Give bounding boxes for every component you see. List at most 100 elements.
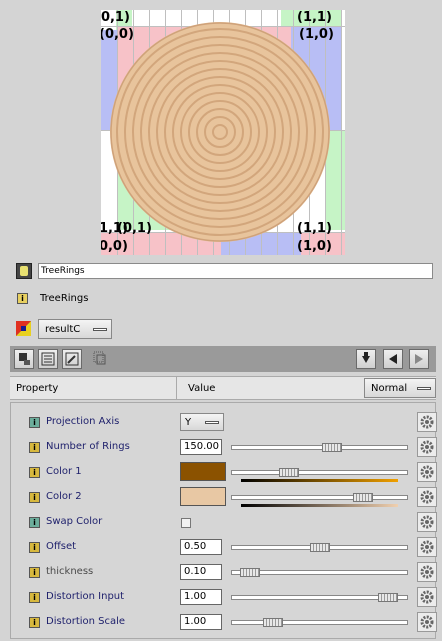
arrow-right-icon: [415, 354, 423, 364]
color-1-slider[interactable]: [231, 468, 408, 477]
thickness-field[interactable]: 0.10: [180, 564, 222, 580]
settings-button[interactable]: [417, 612, 437, 632]
offset-field[interactable]: 0.50: [180, 539, 222, 555]
property-column-header: Property: [16, 383, 59, 394]
node-name-field[interactable]: [38, 263, 433, 279]
property-row-distortion-input: i Distortion Input 1.00: [11, 585, 437, 610]
previous-button[interactable]: [383, 349, 403, 369]
move-down-button[interactable]: [356, 349, 376, 369]
color-output-icon: [16, 321, 31, 336]
settings-button[interactable]: [417, 562, 437, 582]
settings-button[interactable]: [417, 412, 437, 432]
distortion-scale-field[interactable]: 1.00: [180, 614, 222, 630]
property-list: i Projection Axis Y i Number of Rings 15…: [10, 402, 437, 639]
property-label: Projection Axis: [46, 416, 120, 427]
property-label: Distortion Input: [46, 591, 125, 602]
gear-icon: [420, 440, 434, 454]
property-label: Color 2: [46, 491, 82, 502]
property-row-swap-color: i Swap Color: [11, 510, 437, 535]
gear-icon: [420, 490, 434, 504]
gear-icon: [420, 540, 434, 554]
node-type-label: TreeRings: [40, 293, 89, 304]
projection-axis-select[interactable]: Y: [180, 413, 224, 431]
slider-thumb[interactable]: [263, 618, 283, 627]
info-icon: i: [29, 567, 40, 578]
node-icon: [16, 263, 32, 279]
number-of-rings-field[interactable]: 150.00: [180, 439, 222, 455]
info-icon: i: [29, 467, 40, 478]
arrow-down-icon: [362, 352, 370, 363]
info-icon: i: [29, 492, 40, 503]
output-select[interactable]: resultC: [38, 319, 112, 339]
copy-button[interactable]: [90, 349, 110, 369]
chevron-down-icon: [205, 421, 219, 424]
swap-color-checkbox[interactable]: [181, 518, 191, 528]
gear-icon: [420, 590, 434, 604]
slider-thumb[interactable]: [279, 468, 299, 477]
chevron-down-icon: [417, 387, 431, 390]
settings-button[interactable]: [417, 587, 437, 607]
property-row-color-1: i Color 1: [11, 460, 437, 485]
info-icon: i: [29, 542, 40, 553]
add-node-button[interactable]: [14, 349, 34, 369]
distortion-scale-slider[interactable]: [231, 618, 408, 627]
info-icon: i: [29, 442, 40, 453]
settings-button[interactable]: [417, 487, 437, 507]
tree-rings-disc: [110, 22, 330, 242]
property-label: thickness: [46, 566, 94, 577]
property-label: Number of Rings: [46, 441, 130, 452]
color-2-swatch[interactable]: [180, 487, 226, 506]
property-label: Offset: [46, 541, 77, 552]
offset-slider[interactable]: [231, 543, 408, 552]
next-button[interactable]: [409, 349, 429, 369]
chevron-down-icon: [93, 328, 107, 331]
property-row-thickness: i thickness 0.10: [11, 560, 437, 585]
info-icon: i: [29, 417, 40, 428]
toolbar: [10, 346, 436, 372]
property-row-offset: i Offset 0.50: [11, 535, 437, 560]
property-label: Distortion Scale: [46, 616, 126, 627]
mode-select[interactable]: Normal: [364, 378, 436, 398]
info-icon: i: [17, 293, 28, 304]
color-1-swatch[interactable]: [180, 462, 226, 481]
gear-icon: [420, 565, 434, 579]
slider-thumb[interactable]: [353, 493, 373, 502]
settings-button[interactable]: [417, 462, 437, 482]
number-of-rings-slider[interactable]: [231, 443, 408, 452]
color-2-slider[interactable]: [231, 493, 408, 502]
copy-icon: [93, 351, 106, 365]
select-value: Y: [185, 417, 192, 428]
gear-icon: [420, 515, 434, 529]
info-icon: i: [29, 617, 40, 628]
property-row-distortion-scale: i Distortion Scale 1.00: [11, 610, 437, 635]
value-column-header: Value: [188, 383, 216, 394]
settings-button[interactable]: [417, 537, 437, 557]
thickness-slider[interactable]: [231, 568, 408, 577]
list-view-button[interactable]: [38, 349, 58, 369]
property-label: Swap Color: [46, 516, 103, 527]
property-row-color-2: i Color 2: [11, 485, 437, 510]
slider-thumb[interactable]: [310, 543, 330, 552]
property-row-number-of-rings: i Number of Rings 150.00: [11, 435, 437, 460]
gear-icon: [420, 465, 434, 479]
color-1-gradient: [241, 479, 398, 482]
add-node-icon: [19, 353, 30, 365]
slider-thumb[interactable]: [240, 568, 260, 577]
info-icon: i: [29, 517, 40, 528]
color-2-gradient: [241, 504, 398, 507]
slider-thumb[interactable]: [378, 593, 398, 602]
gear-icon: [420, 615, 434, 629]
settings-button[interactable]: [417, 512, 437, 532]
arrow-left-icon: [389, 354, 397, 364]
distortion-input-field[interactable]: 1.00: [180, 589, 222, 605]
settings-button[interactable]: [417, 437, 437, 457]
output-select-value: resultC: [45, 324, 81, 335]
list-icon: [41, 352, 55, 366]
property-header: Property Value Normal: [10, 376, 436, 400]
property-row-projection-axis: i Projection Axis Y: [11, 410, 437, 435]
distortion-input-slider[interactable]: [231, 593, 408, 602]
mode-select-value: Normal: [371, 383, 408, 394]
pin-button[interactable]: [62, 349, 82, 369]
slider-thumb[interactable]: [322, 443, 342, 452]
property-label: Color 1: [46, 466, 82, 477]
